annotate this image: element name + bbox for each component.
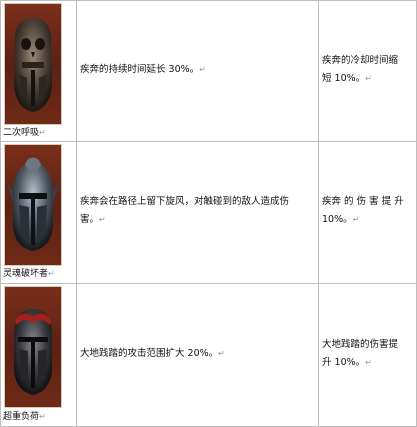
effect-text: 大地践踏的攻击范围扩大 20%。 bbox=[80, 348, 219, 359]
helmet-image-2 bbox=[4, 144, 62, 266]
helmet-caption-3: 超重负荷↵ bbox=[3, 409, 46, 422]
row-divider-1 bbox=[0, 141, 417, 142]
helmet-name: 二次呼吸 bbox=[3, 128, 40, 138]
effect-cell-2: 疾奔会在路径上留下旋风，对触碰到的敌人造成伤 害。↵ bbox=[80, 193, 316, 229]
helmet-name: 超重负荷 bbox=[3, 412, 40, 422]
col-divider-1 bbox=[76, 0, 77, 427]
helmet-caption-2: 灵魂破坏者↵ bbox=[3, 266, 55, 279]
paragraph-mark: ↵ bbox=[99, 215, 106, 224]
effect-cell-3: 大地践踏的攻击范围扩大 20%。↵ bbox=[80, 345, 316, 363]
paragraph-mark: ↵ bbox=[365, 74, 372, 83]
helmet-skull-icon bbox=[14, 18, 52, 112]
helmet-caption-1: 二次呼吸↵ bbox=[3, 125, 46, 138]
paragraph-mark: ↵ bbox=[48, 269, 55, 278]
helmet-name: 灵魂破坏者 bbox=[3, 269, 49, 279]
helmet-image-3 bbox=[4, 286, 62, 408]
col-border-left bbox=[0, 0, 1, 427]
helmet-image-1 bbox=[4, 3, 62, 125]
effect-cell-1: 疾奔的持续时间延长 30%。↵ bbox=[80, 61, 316, 79]
bonus-text-line: 10%。 bbox=[322, 214, 353, 225]
paragraph-mark: ↵ bbox=[218, 349, 225, 358]
paragraph-mark: ↵ bbox=[365, 358, 372, 367]
row-divider-2 bbox=[0, 283, 417, 284]
bonus-text-line: 大地践踏的伤害提 bbox=[322, 339, 399, 350]
effect-text-line: 疾奔会在路径上留下旋风，对触碰到的敌人造成伤 bbox=[80, 196, 290, 207]
paragraph-mark: ↵ bbox=[352, 215, 360, 224]
helmet-winged-icon bbox=[7, 157, 59, 251]
bonus-cell-2: 疾奔 的 伤 害 提 升 10%。↵ bbox=[322, 193, 414, 229]
bonus-text-line: 短 10%。 bbox=[322, 73, 366, 84]
bonus-text-line: 升 10%。 bbox=[322, 357, 366, 368]
effect-text-line: 害。 bbox=[80, 214, 100, 225]
bonus-cell-3: 大地践踏的伤害提 升 10%。↵ bbox=[322, 336, 414, 372]
effect-text: 疾奔的持续时间延长 30%。 bbox=[80, 64, 200, 75]
helmet-horned-icon bbox=[14, 309, 52, 395]
bonus-text-line: 疾奔的冷却时间缩 bbox=[322, 55, 399, 66]
paragraph-mark: ↵ bbox=[39, 412, 46, 421]
table-border-top bbox=[0, 0, 417, 1]
paragraph-mark: ↵ bbox=[39, 128, 46, 137]
col-divider-2 bbox=[318, 0, 319, 427]
bonus-text-line: 疾奔 的 伤 害 提 升 bbox=[322, 196, 404, 207]
skill-table: 二次呼吸↵ 疾奔的持续时间延长 30%。↵ 疾奔的冷却时间缩 短 10%。↵ 灵… bbox=[0, 0, 417, 427]
paragraph-mark: ↵ bbox=[199, 65, 206, 74]
bonus-cell-1: 疾奔的冷却时间缩 短 10%。↵ bbox=[322, 52, 414, 88]
